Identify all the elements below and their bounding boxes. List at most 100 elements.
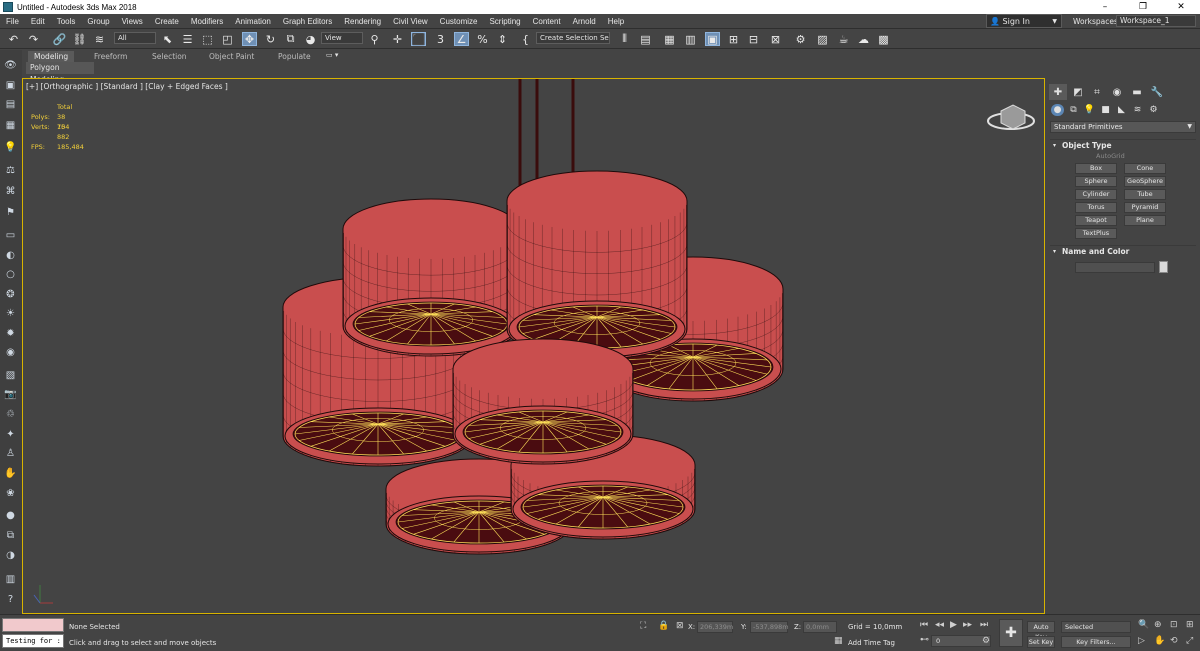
display-tab-icon[interactable]: ▬ [1128,84,1146,100]
restore-button[interactable]: ❐ [1124,0,1162,14]
maxscript-input[interactable]: Testing for : [2,634,64,648]
set-key-button[interactable]: Set Key [1027,636,1055,648]
geosphere-button[interactable]: GeoSphere [1124,176,1166,187]
shapes-icon[interactable]: ⚑ [3,205,18,219]
display-icon[interactable]: ▣ [3,78,18,92]
tab-freeform[interactable]: Freeform [94,51,127,62]
select-by-name-icon[interactable]: ☰ [180,32,195,46]
orbit-icon[interactable]: ⟲ [1170,636,1178,646]
zoom-extents-all-icon[interactable]: ⊞ [1186,620,1194,630]
systems-category-icon[interactable]: ⚙ [1147,104,1160,116]
object-type-rollout[interactable]: ▾ Object Type [1050,139,1196,151]
menu-help[interactable]: Help [602,14,630,29]
window-crossing-icon[interactable]: ◰ [220,32,235,46]
perspective-viewport[interactable]: [+] [Orthographic ] [Standard ] [Clay + … [22,78,1045,614]
previous-frame-icon[interactable]: ◂◂ [935,620,944,630]
scene-explorer-icon[interactable]: ▦ [662,32,677,46]
sun-point-icon[interactable]: ✹ [3,326,18,340]
sphere-icon[interactable]: ○ [3,267,18,281]
warp-icon[interactable]: ✦ [3,427,18,441]
unlink-icon[interactable]: ⛓ [72,32,87,46]
panel-polygon-modeling[interactable]: Polygon Modeling [26,62,94,84]
object-name-input[interactable] [1075,262,1155,273]
select-and-scale-icon[interactable]: ⧉ [283,32,298,46]
bind-space-warp-icon[interactable]: ≋ [92,32,107,46]
xref-icon[interactable]: ⧉ [3,528,18,542]
space-warps-category-icon[interactable]: ≋ [1131,104,1144,116]
pivot-center-icon[interactable]: ⚲ [367,32,382,46]
render-in-cloud-icon[interactable]: ▩ [876,32,891,46]
play-icon[interactable]: ▶ [950,620,957,630]
sphere-button[interactable]: Sphere [1075,176,1117,187]
sun-icon[interactable]: ☀ [3,306,18,320]
layer-explorer-icon[interactable]: ▥ [683,32,698,46]
lamp-shade[interactable] [506,170,688,360]
helpers-category-icon[interactable]: ◣ [1115,104,1128,116]
link-icon[interactable]: 🔗 [52,32,67,46]
menu-arnold[interactable]: Arnold [567,14,602,29]
add-time-tag[interactable]: Add Time Tag [848,639,895,647]
help-icon[interactable]: ? [3,592,18,606]
viewport-label[interactable]: [+] [Orthographic ] [Standard ] [Clay + … [26,82,228,91]
zoom-all-icon[interactable]: ⊕ [1154,620,1162,630]
pan-view-icon[interactable]: ✋ [1154,636,1165,646]
maximize-viewport-icon[interactable]: ⤢ [1186,636,1193,646]
menu-rendering[interactable]: Rendering [338,14,387,29]
sign-in-dropdown[interactable]: 👤 Sign In ▼ [986,14,1062,28]
named-selection-set-select[interactable]: Create Selection Se [536,32,610,44]
key-mode-select[interactable]: Selected [1061,621,1131,633]
particle-flow-icon[interactable]: ❀ [3,486,18,500]
close-button[interactable]: ✕ [1162,0,1200,14]
menu-content[interactable]: Content [527,14,567,29]
tube-button[interactable]: Tube [1124,189,1166,200]
shapes-category-icon[interactable]: ⧉ [1067,104,1080,116]
light-bulb-icon[interactable]: 💡 [3,140,18,154]
y-coord-field[interactable]: -537,898m [750,621,789,633]
teapot-button[interactable]: Teapot [1075,215,1117,226]
geometry-category-icon[interactable]: ● [1051,104,1064,116]
time-tag-icon[interactable]: ▦ [834,636,843,646]
selection-filter-select[interactable]: All [114,32,156,44]
render-production-icon[interactable]: ☕ [836,32,851,46]
schematic-view-icon[interactable]: ⊟ [746,32,761,46]
absolute-mode-icon[interactable]: ⊠ [676,621,684,631]
z-coord-field[interactable]: 0,0mm [803,621,837,633]
menu-customize[interactable]: Customize [434,14,484,29]
set-keys-icon[interactable]: ✚ [999,619,1023,647]
zoom-extents-icon[interactable]: ⊡ [1170,620,1178,630]
tab-object-paint[interactable]: Object Paint [209,51,254,62]
primitive-category-select[interactable]: Standard Primitives ▼ [1050,121,1196,133]
render-icon[interactable]: ◑ [3,548,18,562]
x-coord-field[interactable]: 206,339m [697,621,733,633]
tab-selection[interactable]: Selection [152,51,187,62]
next-frame-icon[interactable]: ▸▸ [963,620,972,630]
create-tab-icon[interactable]: ✚ [1049,84,1067,100]
ribbon-options-button[interactable]: ▭ ▾ [326,51,338,59]
lights-category-icon[interactable]: 💡 [1083,104,1096,116]
lamp-shade[interactable] [452,338,634,465]
name-and-color-rollout[interactable]: ▾ Name and Color [1050,245,1196,257]
render-iterative-icon[interactable]: ☁ [856,32,871,46]
scene-explorer-toggle-icon[interactable]: 👁 [3,58,18,72]
box-button[interactable]: Box [1075,163,1117,174]
material-icon[interactable]: ◉ [3,345,18,359]
spinner-snap-icon[interactable]: ⇕ [495,32,510,46]
particles-icon[interactable]: ❂ [3,287,18,301]
rendered-frame-window-icon[interactable]: ▨ [815,32,830,46]
zoom-icon[interactable]: 🔍 [1138,620,1149,630]
skin-icon[interactable]: ✋ [3,466,18,480]
menu-modifiers[interactable]: Modifiers [185,14,229,29]
grid-icon[interactable]: ▧ [3,368,18,382]
selection-lock-icon[interactable]: 🔒 [658,621,669,631]
menu-civil-view[interactable]: Civil View [387,14,434,29]
pyramid-button[interactable]: Pyramid [1124,202,1166,213]
material-sphere-icon[interactable]: ● [3,508,18,522]
autogrid-checkbox[interactable]: AutoGrid [1096,152,1125,160]
modify-tab-icon[interactable]: ◩ [1069,84,1087,100]
redo-icon[interactable]: ↷ [26,32,41,46]
time-config-icon[interactable]: ⚙ [982,636,990,646]
lamp-shade[interactable] [342,198,520,357]
utilities-tab-icon[interactable]: 🔧 [1148,84,1166,100]
mirror-icon[interactable]: ⫴ [617,32,632,46]
object-color-swatch[interactable] [1159,261,1168,273]
